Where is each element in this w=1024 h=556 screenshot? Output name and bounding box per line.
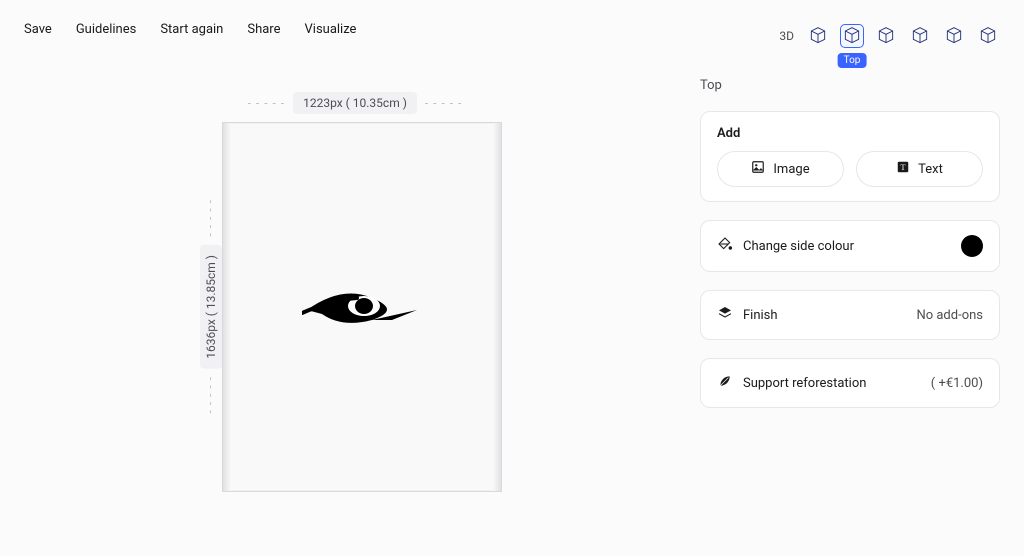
ruler-height-label: 1636px ( 13.85cm ) xyxy=(200,245,222,369)
finish-value: No add-ons xyxy=(916,308,983,323)
add-text-button[interactable]: T Text xyxy=(856,151,983,187)
add-text-label: Text xyxy=(918,162,943,177)
finish-button[interactable]: Finish No add-ons xyxy=(700,290,1000,340)
ruler-top: - - - - - 1223px ( 10.35cm ) - - - - - xyxy=(200,92,510,114)
view-cube-2-selected[interactable]: Top xyxy=(840,24,864,48)
text-icon: T xyxy=(896,160,910,178)
view-cube-5[interactable] xyxy=(942,24,966,48)
finish-label: Finish xyxy=(743,308,778,323)
ruler-left: - - - - - 1636px ( 13.85cm ) - - - - - xyxy=(200,122,222,492)
view-cube-3[interactable] xyxy=(874,24,898,48)
side-colour-label: Change side colour xyxy=(743,239,854,254)
menu-share[interactable]: Share xyxy=(247,22,280,37)
right-panel: 3D Top Top Add Image T Text xyxy=(700,24,1000,408)
add-title: Add xyxy=(717,126,983,141)
view-3d-label[interactable]: 3D xyxy=(779,29,794,43)
add-card: Add Image T Text xyxy=(700,111,1000,202)
view-switcher: 3D Top xyxy=(700,24,1000,48)
image-icon xyxy=(751,160,765,178)
ruler-dash-top: - - - - - xyxy=(204,200,218,238)
add-image-label: Image xyxy=(773,162,809,177)
ruler-dash-bottom: - - - - - xyxy=(204,377,218,415)
add-image-button[interactable]: Image xyxy=(717,151,844,187)
artwork-eye[interactable] xyxy=(302,280,422,334)
view-cube-1[interactable] xyxy=(806,24,830,48)
top-menu: Save Guidelines Start again Share Visual… xyxy=(24,22,356,37)
leaf-icon xyxy=(717,373,733,393)
menu-guidelines[interactable]: Guidelines xyxy=(76,22,137,37)
paint-bucket-icon xyxy=(717,236,733,256)
layers-icon xyxy=(717,305,733,325)
ruler-dash-right: - - - - - xyxy=(425,96,463,110)
view-cube-6[interactable] xyxy=(976,24,1000,48)
view-cube-4[interactable] xyxy=(908,24,932,48)
menu-start-again[interactable]: Start again xyxy=(160,22,223,37)
ruler-dash-left: - - - - - xyxy=(248,96,286,110)
ruler-width-label: 1223px ( 10.35cm ) xyxy=(293,92,417,114)
menu-visualize[interactable]: Visualize xyxy=(305,22,357,37)
view-tag: Top xyxy=(838,53,867,68)
menu-save[interactable]: Save xyxy=(24,22,52,37)
svg-text:T: T xyxy=(901,163,906,172)
canvas-area: - - - - - 1223px ( 10.35cm ) - - - - - -… xyxy=(200,92,510,492)
change-side-colour-button[interactable]: Change side colour xyxy=(700,220,1000,272)
design-canvas[interactable] xyxy=(222,122,502,492)
section-title: Top xyxy=(700,78,1000,93)
reforestation-button[interactable]: Support reforestation ( +€1.00) xyxy=(700,358,1000,408)
reforestation-value: ( +€1.00) xyxy=(931,376,983,391)
reforestation-label: Support reforestation xyxy=(743,376,866,391)
colour-swatch xyxy=(961,235,983,257)
